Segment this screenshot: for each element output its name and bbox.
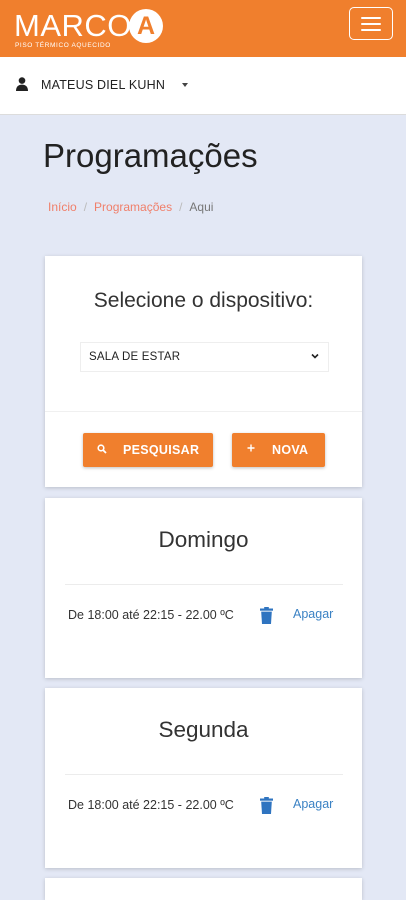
device-select[interactable]: SALA DE ESTAR (80, 342, 329, 372)
hamburger-icon (361, 17, 381, 19)
hamburger-icon-line (361, 23, 381, 25)
top-navbar: MARCO A PISO TÉRMICO AQUECIDO (0, 0, 406, 57)
user-name-dropdown[interactable]: MATEUS DIEL KUHN (41, 78, 165, 92)
breadcrumb: Início / Programações / Aqui (48, 200, 213, 214)
schedule-card-next (45, 878, 362, 900)
plus-icon (246, 443, 256, 456)
new-button[interactable]: NOVA (232, 433, 325, 467)
schedule-divider (65, 774, 343, 775)
schedule-card-domingo: Domingo De 18:00 até 22:15 - 22.00 ºC Ap… (45, 498, 362, 678)
device-select-value: SALA DE ESTAR (89, 351, 181, 363)
hamburger-icon-line (361, 29, 381, 31)
logo-badge: A (129, 9, 163, 43)
logo-subtitle: PISO TÉRMICO AQUECIDO (15, 42, 111, 49)
breadcrumb-programacoes-link[interactable]: Programações (94, 200, 172, 214)
trash-icon[interactable] (260, 797, 273, 814)
new-button-label: NOVA (272, 443, 309, 457)
breadcrumb-current: Aqui (189, 200, 214, 214)
delete-schedule-link[interactable]: Apagar (293, 607, 333, 621)
logo-badge-letter: A (136, 12, 156, 40)
breadcrumb-home-link[interactable]: Início (48, 200, 77, 214)
schedule-entry-text: De 18:00 até 22:15 - 22.00 ºC (68, 798, 234, 812)
marco-logo[interactable]: MARCO A PISO TÉRMICO AQUECIDO (14, 7, 174, 53)
schedule-card-segunda: Segunda De 18:00 até 22:15 - 22.00 ºC Ap… (45, 688, 362, 868)
device-select-title: Selecione o dispositivo: (93, 289, 314, 312)
trash-icon[interactable] (260, 607, 273, 624)
page-title: Programações (43, 137, 258, 174)
device-select-card: Selecione o dispositivo: SALA DE ESTAR P… (45, 256, 362, 487)
card-divider (45, 411, 362, 412)
schedule-day-title: Segunda (158, 717, 249, 742)
search-button[interactable]: PESQUISAR (83, 433, 213, 467)
chevron-down-icon (311, 353, 319, 359)
logo-wordmark: MARCO (14, 8, 132, 43)
schedule-day-title: Domingo (158, 527, 249, 552)
breadcrumb-separator: / (179, 200, 183, 214)
breadcrumb-separator: / (83, 200, 88, 214)
caret-down-icon[interactable] (182, 83, 188, 87)
schedule-divider (65, 584, 343, 585)
search-button-label: PESQUISAR (123, 443, 200, 457)
menu-toggle-button[interactable] (349, 7, 393, 40)
schedule-entry-text: De 18:00 até 22:15 - 22.00 ºC (68, 608, 234, 622)
search-icon (97, 444, 107, 457)
user-icon (16, 77, 28, 91)
delete-schedule-link[interactable]: Apagar (293, 797, 333, 811)
